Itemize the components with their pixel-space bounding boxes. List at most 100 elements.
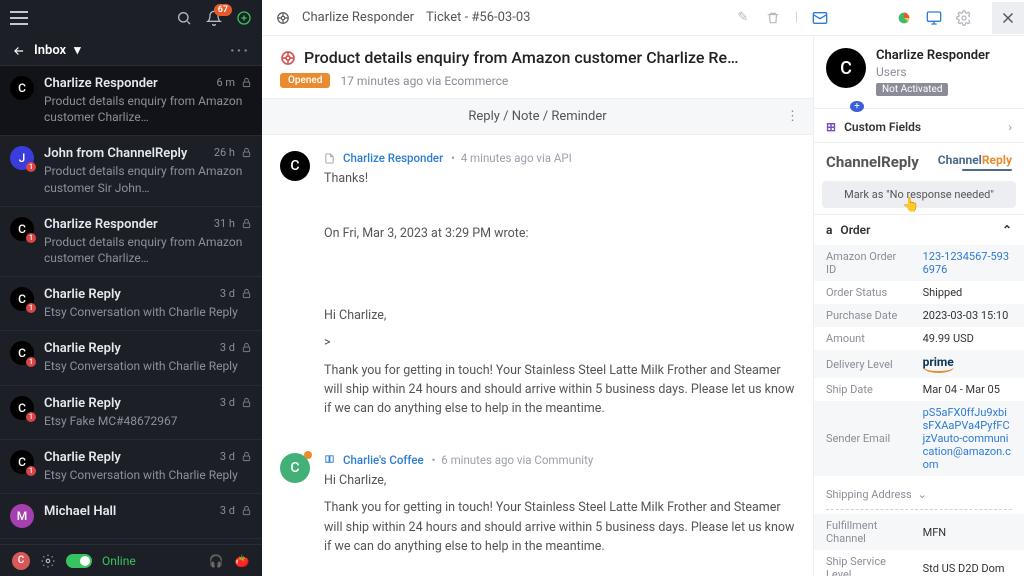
pie-icon[interactable] xyxy=(896,10,912,26)
message: C Charlie's Coffee • 6 minutes ago via C… xyxy=(280,453,795,565)
message-meta: • 4 minutes ago via API xyxy=(451,151,572,165)
add-contact-button[interactable]: + xyxy=(850,101,864,112)
ticket-preview: Product details enquiry from Amazon cust… xyxy=(44,234,252,266)
kv-key: Purchase Date xyxy=(814,304,911,327)
kv-row: Amount49.99 USD xyxy=(814,327,1024,350)
message-meta: • 6 minutes ago via Community xyxy=(432,453,594,467)
profile-name: Charlize Responder xyxy=(876,48,990,63)
kv-value: Std US D2D Dom xyxy=(923,562,1005,575)
settings-icon[interactable] xyxy=(956,10,972,26)
ticket-id: Ticket - #56-03-03 xyxy=(426,10,530,25)
ticket-time: 3 d xyxy=(220,341,235,354)
kv-value: Shipped xyxy=(923,286,963,299)
headset-icon[interactable]: 🎧 xyxy=(208,553,224,569)
ticket-item[interactable]: J John from ChannelReply Product details… xyxy=(0,136,262,206)
ticket-avatar: C xyxy=(10,76,34,100)
mail-icon[interactable] xyxy=(812,10,828,26)
ticket-avatar: C xyxy=(10,217,34,241)
footer-avatar[interactable]: C xyxy=(12,552,30,570)
lock-icon xyxy=(241,505,252,516)
back-icon[interactable] xyxy=(12,44,26,58)
kv-row: Sender EmailpS5aFX0ffJu9xbisFXAaPVa4PyfF… xyxy=(814,401,1024,476)
trash-icon[interactable] xyxy=(765,10,781,26)
gear-icon[interactable] xyxy=(40,553,56,569)
channelreply-logo: ChannelReply xyxy=(938,153,1012,171)
kv-key: Ship Service Level xyxy=(814,550,911,576)
order-section-toggle[interactable]: a Order ⌃ xyxy=(814,214,1024,245)
ticket-item[interactable]: C Charlie Reply Etsy Conversation with C… xyxy=(0,440,262,494)
shipping-address-toggle[interactable]: Shipping Address ⌄ xyxy=(826,480,1012,510)
edit-icon[interactable]: ✎ xyxy=(735,10,751,26)
ticket-item[interactable]: C Charlize Responder Product details enq… xyxy=(0,66,262,136)
message-text: Thanks! On Fri, Mar 3, 2023 at 3:29 PM w… xyxy=(324,169,795,419)
channelreply-title: ChannelReply xyxy=(826,153,919,171)
message-author[interactable]: Charlize Responder xyxy=(343,151,443,165)
ticket-subject: Product details enquiry from Amazon cust… xyxy=(304,48,738,67)
fields-icon: ⊞ xyxy=(826,120,836,134)
mark-no-response-button[interactable]: Mark as "No response needed" xyxy=(822,181,1016,208)
add-icon[interactable] xyxy=(236,10,252,26)
ticket-time: 26 h xyxy=(214,146,235,159)
message-text: Hi Charlize,Thank you for getting in tou… xyxy=(324,471,795,557)
kv-value-link[interactable]: 123-1234567-5936976 xyxy=(923,250,1009,276)
extra-table: Fulfillment Channel MFN Ship Service Level… xyxy=(814,514,1024,576)
kv-key: Fulfillment Channel xyxy=(814,514,911,550)
kv-value: Mar 04 - Mar 05 xyxy=(923,383,1000,396)
ticket-time: 3 d xyxy=(220,396,235,409)
ticket-timeline: 17 minutes ago via Ecommerce xyxy=(340,74,508,88)
message-type-icon xyxy=(324,153,335,164)
kv-value: 49.99 USD xyxy=(923,332,974,345)
search-icon[interactable] xyxy=(176,10,192,26)
ticket-item[interactable]: M Michael Hall 3 d xyxy=(0,494,262,539)
ticket-avatar: C xyxy=(10,396,34,420)
notif-badge: 67 xyxy=(214,4,232,16)
ticket-time: 3 d xyxy=(220,287,235,300)
inbox-dropdown-icon[interactable]: ▾ xyxy=(74,43,81,58)
tomato-icon[interactable]: 🍅 xyxy=(234,553,250,569)
ticket-preview: Etsy Conversation with Charlie Reply xyxy=(44,358,252,374)
lock-icon xyxy=(241,288,252,299)
status-pill: Opened xyxy=(280,73,330,88)
monitor-icon[interactable] xyxy=(926,10,942,26)
message-author[interactable]: Charlie's Coffee xyxy=(343,453,424,467)
bell-icon[interactable]: 67 xyxy=(206,10,222,26)
ticket-item[interactable]: C Charlie Reply Etsy Conversation with C… xyxy=(0,277,262,331)
status-toggle[interactable] xyxy=(66,554,92,568)
chevron-right-icon: › xyxy=(1008,120,1012,134)
ticket-avatar: C xyxy=(10,450,34,474)
kv-row: Order StatusShipped xyxy=(814,281,1024,304)
ticket-item[interactable]: C Charlie Reply Etsy Conversation with C… xyxy=(0,331,262,385)
ticket-time: 3 d xyxy=(220,450,235,463)
reply-more-icon[interactable]: ⋮ xyxy=(786,109,799,124)
hamburger-menu[interactable] xyxy=(10,11,28,25)
inbox-more-icon[interactable]: ··· xyxy=(230,41,250,60)
lock-icon xyxy=(241,218,252,229)
close-button[interactable] xyxy=(992,2,1024,34)
breadcrumb-name[interactable]: Charlize Responder xyxy=(302,10,414,25)
custom-fields-toggle[interactable]: ⊞ Custom Fields › xyxy=(814,112,1024,143)
kv-key: Delivery Level xyxy=(814,350,911,378)
kv-value: MFN xyxy=(923,526,947,539)
kv-row: Delivery Levelprime xyxy=(814,350,1024,378)
lock-icon xyxy=(241,397,252,408)
ticket-time: 31 h xyxy=(214,217,235,230)
chevron-up-icon: ⌃ xyxy=(1002,223,1012,237)
ticket-preview: Etsy Conversation with Charlie Reply xyxy=(44,304,252,320)
kv-value: 2023-03-03 15:10 xyxy=(923,309,1009,322)
ticket-avatar: C xyxy=(10,341,34,365)
kv-key: Sender Email xyxy=(814,401,911,476)
message-list: C Charlize Responder • 4 minutes ago via… xyxy=(262,135,813,576)
kv-value-link[interactable]: pS5aFX0ffJu9xbisFXAaPVa4PyfFCjzVauto-com… xyxy=(923,406,1011,471)
profile-role: Users xyxy=(876,65,990,79)
amazon-icon: a xyxy=(826,223,832,237)
ticket-avatar: C xyxy=(10,287,34,311)
ticket-time: 3 d xyxy=(220,504,235,517)
ticket-preview: Etsy Conversation with Charlie Reply xyxy=(44,467,252,483)
kv-key: Ship Date xyxy=(814,378,911,401)
profile-badge: Not Activated xyxy=(876,83,948,96)
kv-row: Fulfillment Channel MFN xyxy=(814,514,1024,550)
ticket-item[interactable]: C Charlize Responder Product details enq… xyxy=(0,207,262,277)
ticket-item[interactable]: C Charlie Reply Etsy Fake MC#48672967 3 … xyxy=(0,386,262,440)
kv-row: Amazon Order ID123-1234567-5936976 xyxy=(814,245,1024,281)
reply-bar-label[interactable]: Reply / Note / Reminder xyxy=(468,109,606,124)
